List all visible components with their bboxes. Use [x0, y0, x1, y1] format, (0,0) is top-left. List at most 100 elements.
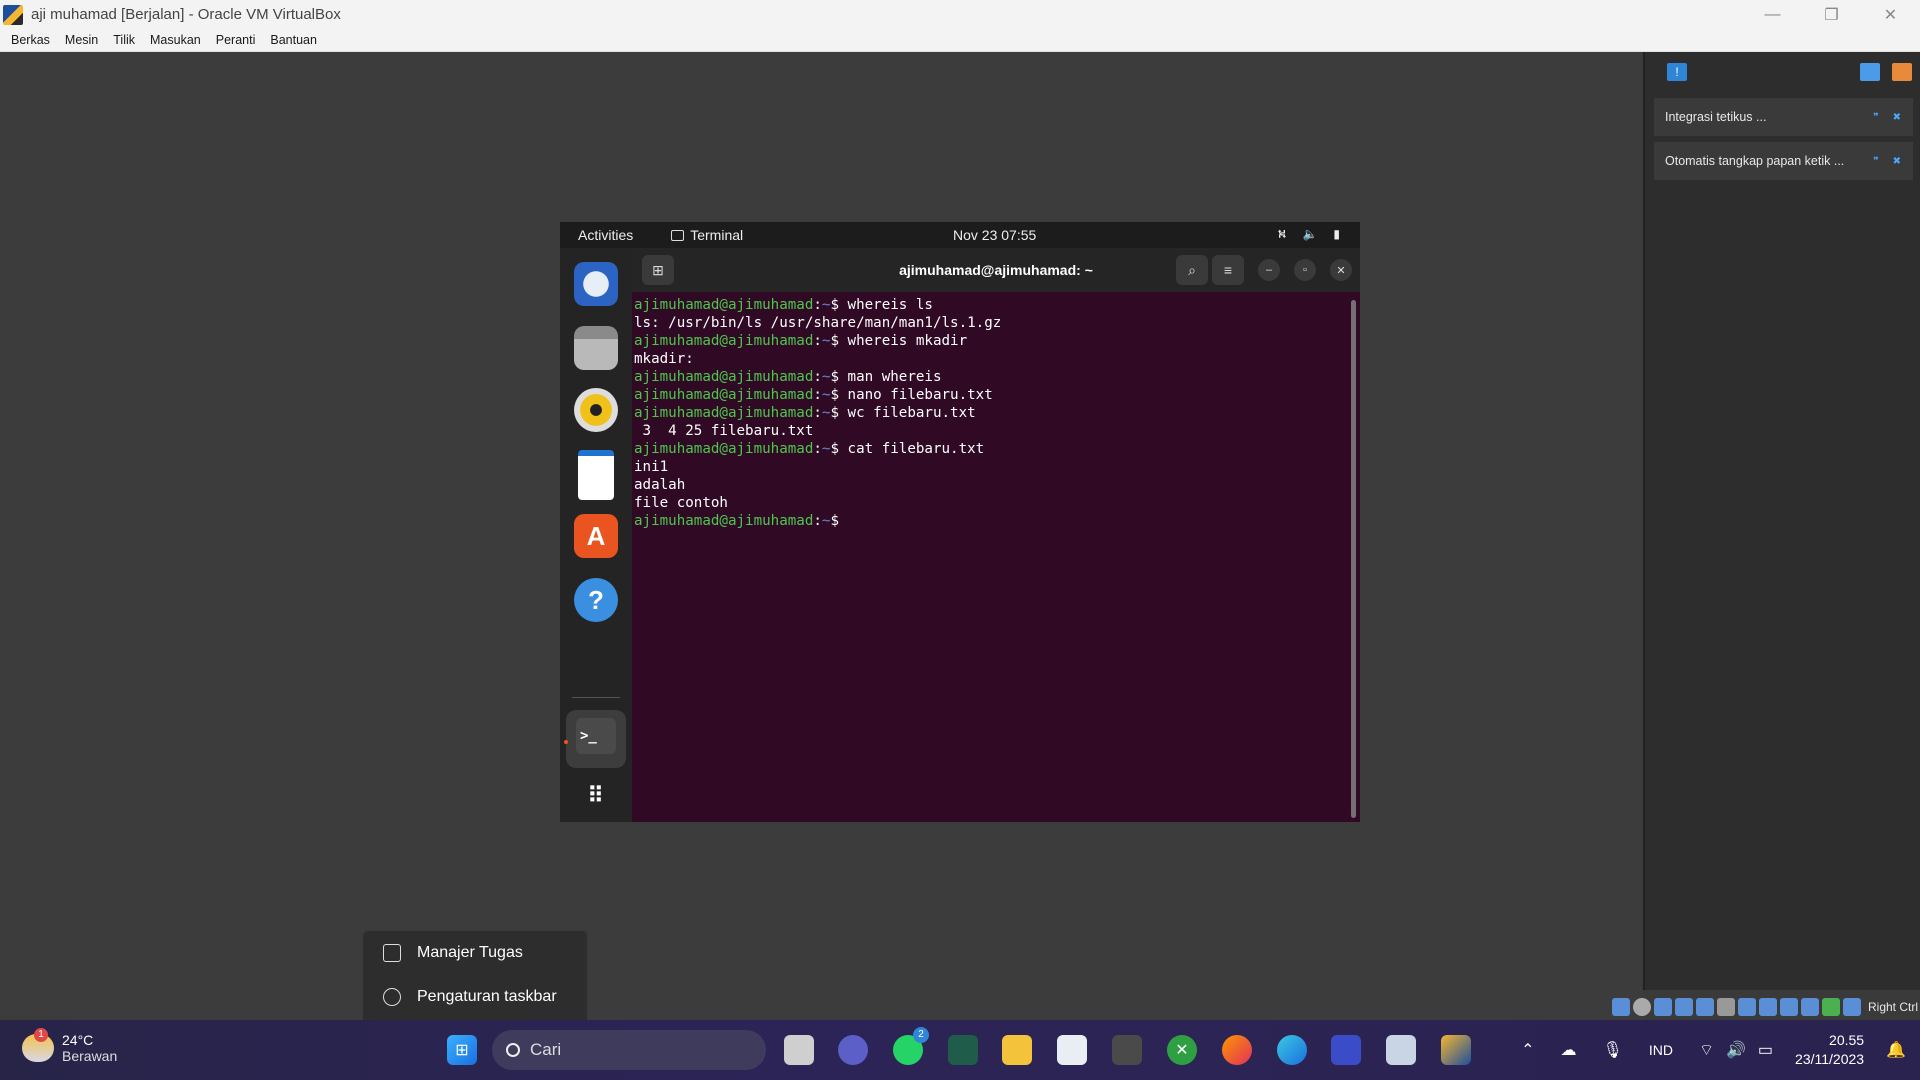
recording-icon[interactable]: [1758, 998, 1777, 1016]
terminal-icon[interactable]: >_: [576, 718, 616, 754]
display-icon[interactable]: [1737, 998, 1756, 1016]
dismiss-icon[interactable]: ✖: [1893, 112, 1901, 123]
prompt-user: ajimuhamad@ajimuhamad: [634, 387, 814, 403]
battery-icon[interactable]: ▭: [1758, 1040, 1773, 1060]
notification-mouse-integration[interactable]: Integrasi tetikus ... ❞ ✖: [1654, 98, 1913, 136]
menu-item-label: Pengaturan taskbar: [417, 988, 557, 1005]
volume-icon[interactable]: 🔈: [1302, 227, 1317, 243]
firefox-icon[interactable]: [1222, 1035, 1252, 1065]
microsoft-store-icon[interactable]: [1057, 1035, 1087, 1065]
language-indicator[interactable]: IND: [1649, 1042, 1673, 1058]
notifications-icon[interactable]: 🔔: [1886, 1040, 1906, 1060]
onedrive-icon[interactable]: ☁: [1561, 1040, 1577, 1060]
virtualbox-vm-icon[interactable]: [1441, 1035, 1471, 1065]
maximize-button[interactable]: ▫: [1294, 259, 1316, 281]
apps-grid-icon[interactable]: ⠿: [574, 774, 618, 818]
software-icon[interactable]: A: [574, 514, 618, 558]
notification-label: Integrasi tetikus ...: [1665, 110, 1767, 124]
writer-icon[interactable]: [578, 450, 614, 500]
editor-icon[interactable]: [1331, 1035, 1361, 1065]
file-explorer-icon[interactable]: [1002, 1035, 1032, 1065]
app-hexagon-icon[interactable]: [1112, 1035, 1142, 1065]
whatsapp-icon[interactable]: 2: [893, 1027, 929, 1065]
chevron-up-icon[interactable]: ⌃: [1521, 1040, 1534, 1060]
command-text: $ cat filebaru.txt: [830, 441, 985, 457]
guest-additions-icon[interactable]: [1821, 998, 1840, 1016]
search-button[interactable]: ⌕: [1176, 255, 1208, 285]
network-icon[interactable]: ⛕: [1277, 227, 1286, 243]
task-manager-icon: [383, 944, 401, 962]
terminal-line: adalah: [634, 477, 686, 493]
activities-button[interactable]: Activities: [578, 227, 633, 243]
close-button[interactable]: ✕: [1330, 259, 1352, 281]
files-icon[interactable]: [574, 326, 618, 370]
notification-keyboard-capture[interactable]: Otomatis tangkap papan ketik ... ❞ ✖: [1654, 142, 1913, 180]
thunderbird-icon[interactable]: [574, 262, 618, 306]
start-icon[interactable]: ⊞: [447, 1035, 477, 1065]
terminal-window[interactable]: ⊞ ajimuhamad@ajimuhamad: ~ ⌕ ≡ – ▫ ✕ aji…: [632, 248, 1360, 822]
menu-berkas[interactable]: Berkas: [11, 33, 50, 47]
new-tab-button[interactable]: ⊞: [642, 255, 674, 285]
menu-peranti[interactable]: Peranti: [216, 33, 256, 47]
optical-drive-icon[interactable]: [1632, 998, 1651, 1016]
host-key-icon[interactable]: [1842, 998, 1861, 1016]
usb-icon[interactable]: [1695, 998, 1714, 1016]
gnome-topbar: Activities Terminal Nov 23 07:55 ⛕ 🔈 ▮: [560, 222, 1360, 248]
harddisk-icon[interactable]: [1611, 998, 1630, 1016]
restore-button[interactable]: ❐: [1802, 0, 1861, 29]
virtualbox-logo-icon: [3, 4, 23, 25]
minimize-button[interactable]: –: [1258, 259, 1280, 281]
minimize-button[interactable]: —: [1743, 0, 1802, 29]
close-button[interactable]: ✕: [1861, 0, 1920, 29]
edge-icon[interactable]: [1277, 1035, 1307, 1065]
guest-screen: Activities Terminal Nov 23 07:55 ⛕ 🔈 ▮ A…: [560, 222, 1360, 822]
system-clock[interactable]: 20.55 23/11/2023: [1795, 1031, 1864, 1069]
virtualbox-manager-icon[interactable]: [1386, 1035, 1416, 1065]
network-icon[interactable]: [1674, 998, 1693, 1016]
dock: A ? >_ ⠿: [560, 248, 632, 822]
clear-all-icon[interactable]: [1892, 63, 1912, 81]
command-text: $ whereis ls: [830, 297, 933, 313]
pin-icon[interactable]: ❞: [1873, 112, 1878, 123]
xbox-icon[interactable]: ✕: [1167, 1035, 1197, 1065]
rhythmbox-icon[interactable]: [574, 388, 618, 432]
partly-cloudy-icon: 1: [22, 1028, 54, 1062]
wifi-icon[interactable]: ⌔: [1699, 1040, 1714, 1060]
task-view-icon[interactable]: [784, 1035, 814, 1065]
notification-label: Otomatis tangkap papan ketik ...: [1665, 154, 1845, 168]
battery-icon[interactable]: ▮: [1333, 227, 1340, 243]
notification-center-icon[interactable]: !: [1667, 63, 1687, 81]
menu-tilik[interactable]: Tilik: [113, 33, 135, 47]
terminal-line: ajimuhamad@ajimuhamad:~$ nano filebaru.t…: [634, 387, 993, 403]
pin-icon[interactable]: ❞: [1873, 156, 1878, 167]
cpu-icon[interactable]: [1779, 998, 1798, 1016]
menu-masukan[interactable]: Masukan: [150, 33, 201, 47]
mouse-integration-icon[interactable]: [1800, 998, 1819, 1016]
clock[interactable]: Nov 23 07:55: [953, 227, 1036, 243]
chat-icon[interactable]: [838, 1035, 868, 1065]
help-icon[interactable]: ?: [574, 578, 618, 622]
search-box[interactable]: Cari: [492, 1030, 766, 1070]
terminal-line: ajimuhamad@ajimuhamad:~$ whereis ls: [634, 297, 933, 313]
microphone-icon[interactable]: 🎙: [1603, 1040, 1623, 1060]
app-menu[interactable]: Terminal: [671, 227, 743, 243]
dismiss-icon[interactable]: ✖: [1893, 156, 1901, 167]
sort-icon[interactable]: [1860, 63, 1880, 81]
menu-bantuan[interactable]: Bantuan: [270, 33, 317, 47]
terminal-output[interactable]: ajimuhamad@ajimuhamad:~$ whereis ls ls: /…: [632, 292, 1360, 530]
menu-item-task-manager[interactable]: Manajer Tugas: [363, 931, 587, 975]
weather-widget[interactable]: 1 24°C Berawan: [22, 1028, 117, 1064]
terminal-line: file contoh: [634, 495, 728, 511]
host-titlebar: aji muhamad [Berjalan] - Oracle VM Virtu…: [0, 0, 1920, 29]
terminal-line: 3 4 25 filebaru.txt: [634, 423, 814, 439]
menu-button[interactable]: ≡: [1212, 255, 1244, 285]
prompt-user: ajimuhamad@ajimuhamad: [634, 441, 814, 457]
terminal-scrollbar[interactable]: [1351, 300, 1356, 818]
monitor-app-icon[interactable]: [948, 1035, 978, 1065]
menu-mesin[interactable]: Mesin: [65, 33, 98, 47]
prompt-user: ajimuhamad@ajimuhamad: [634, 513, 814, 529]
audio-icon[interactable]: [1653, 998, 1672, 1016]
volume-icon[interactable]: 🔊: [1726, 1040, 1746, 1060]
shared-folder-icon[interactable]: [1716, 998, 1735, 1016]
menu-item-taskbar-settings[interactable]: Pengaturan taskbar: [363, 975, 587, 1019]
